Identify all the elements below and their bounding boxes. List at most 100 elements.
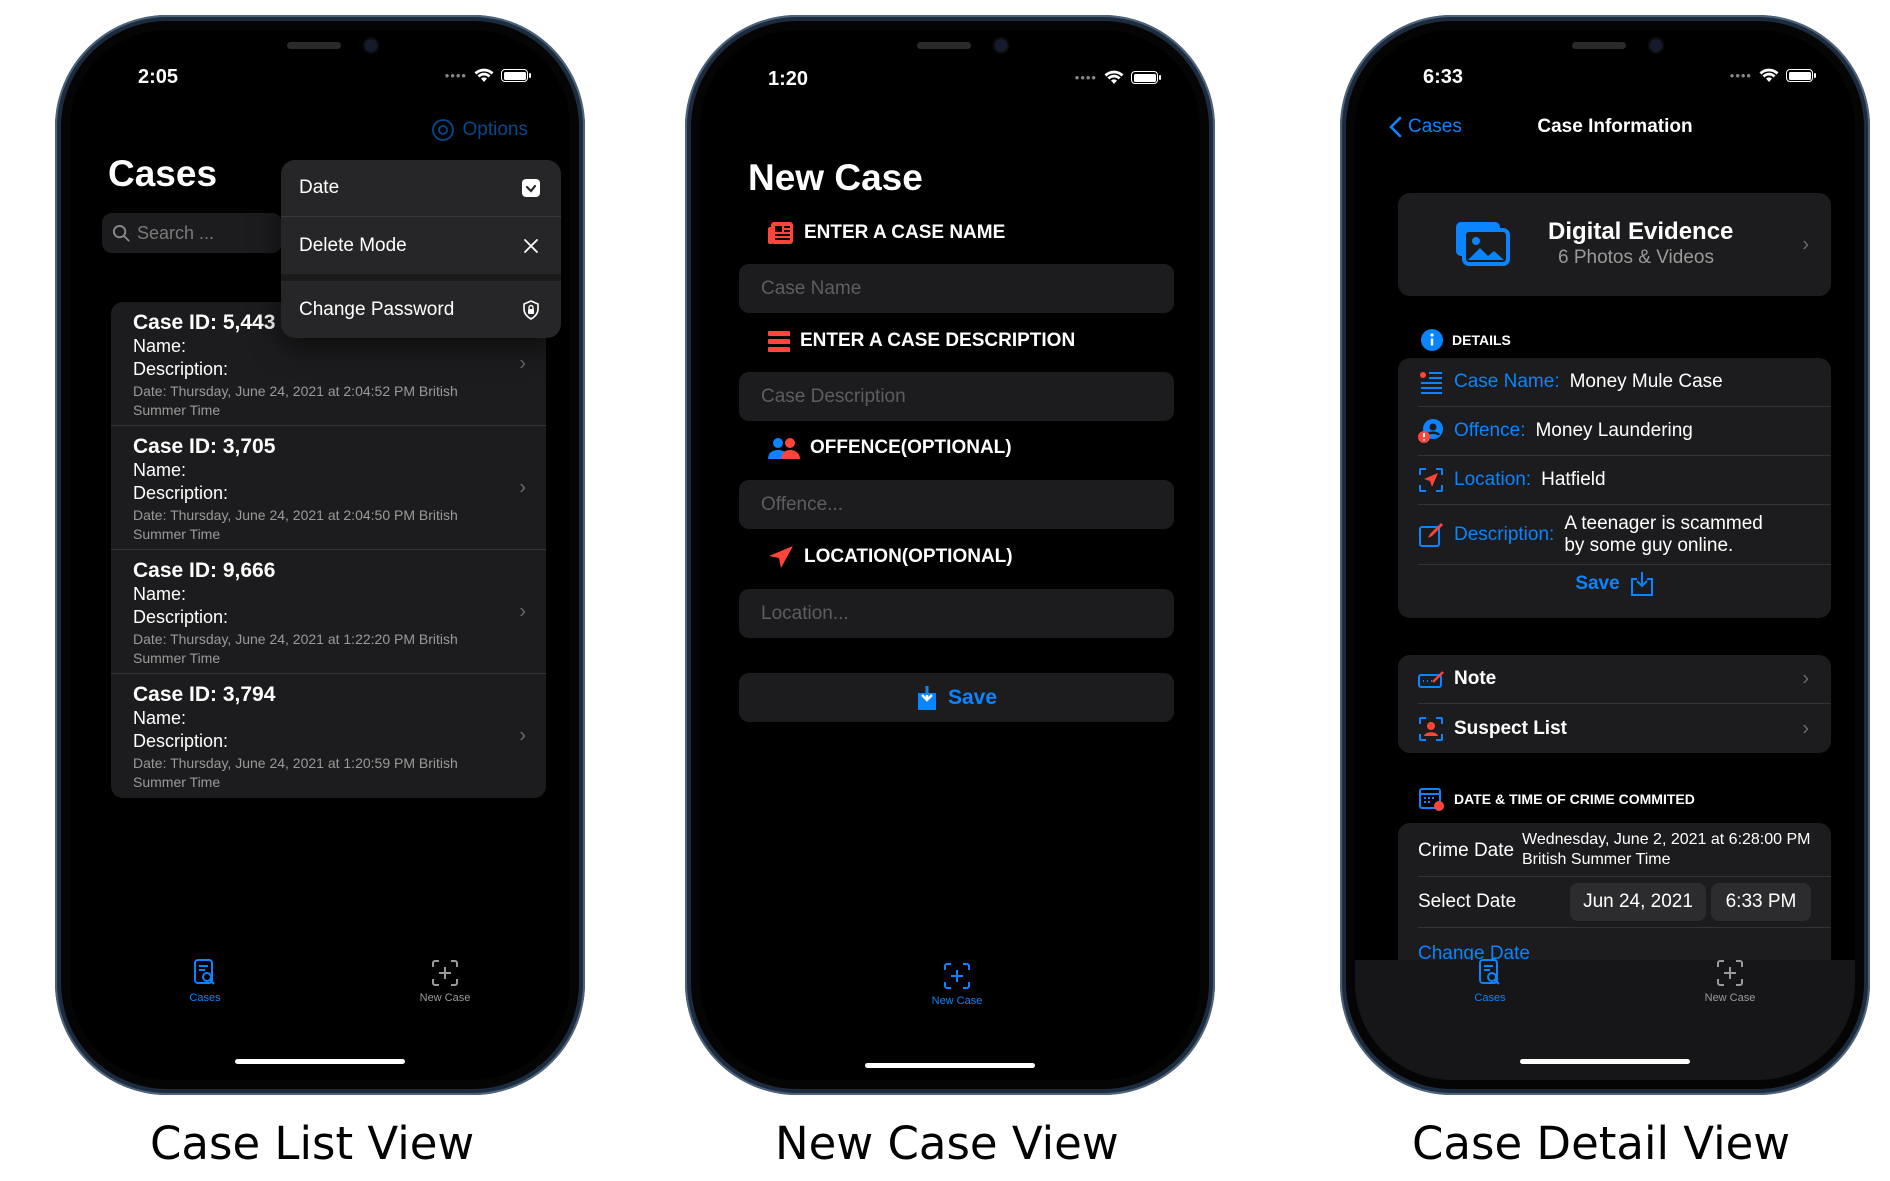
case-detail-screen: 6:33 •••• Case Information Cases Digital… xyxy=(1355,30,1855,1080)
battery-icon xyxy=(501,69,531,82)
case-description: Description: xyxy=(133,731,229,751)
wifi-icon xyxy=(1104,70,1124,84)
note-row[interactable]: Note › xyxy=(1418,655,1831,704)
tab-new-case[interactable]: New Case xyxy=(1675,958,1785,1004)
crime-date-label: Crime Date xyxy=(1418,840,1515,861)
case-row[interactable]: Case ID: 3,705 Name: Description: Date: … xyxy=(111,426,546,550)
tab-new-case[interactable]: New Case xyxy=(390,958,500,1004)
signal-icon: •••• xyxy=(1074,70,1097,85)
offence-field[interactable]: Offence... xyxy=(739,480,1174,529)
gear-icon xyxy=(431,119,454,141)
menu-item-date[interactable]: Date xyxy=(281,160,561,217)
location-frame-icon xyxy=(1419,468,1443,492)
case-description-field[interactable]: Case Description xyxy=(739,372,1174,421)
phone-case-detail: 6:33 •••• Case Information Cases Digital… xyxy=(1340,15,1870,1095)
detail-case-name: Case Name: Money Mule Case xyxy=(1418,358,1831,407)
phone-new-case: 1:20 •••• New Case ENTER A CASE NAME Cas… xyxy=(685,15,1215,1095)
caption-new-case: New Case View xyxy=(775,1117,1119,1170)
case-row[interactable]: Case ID: 9,666 Name: Description: Date: … xyxy=(111,550,546,674)
save-label: Save xyxy=(1575,573,1620,594)
suspect-list-label: Suspect List xyxy=(1454,717,1567,739)
case-list: Case ID: 5,443 Name: Description: Date: … xyxy=(111,302,546,798)
section-header: ENTER A CASE NAME xyxy=(804,222,1006,243)
crime-date-value: Wednesday, June 2, 2021 at 6:28:00 PM Br… xyxy=(1522,831,1811,868)
chevron-right-icon: › xyxy=(1802,233,1809,255)
new-case-screen: 1:20 •••• New Case ENTER A CASE NAME Cas… xyxy=(700,30,1200,1080)
digital-evidence-card[interactable]: Digital Evidence 6 Photos & Videos › xyxy=(1398,193,1831,296)
wifi-icon xyxy=(474,68,494,82)
case-id: Case ID: 9,666 xyxy=(133,559,276,582)
evidence-title: Digital Evidence xyxy=(1548,218,1734,245)
case-name-field[interactable]: Case Name xyxy=(739,264,1174,313)
detail-key: Offence: xyxy=(1454,420,1526,441)
caption-case-detail: Case Detail View xyxy=(1412,1117,1791,1170)
home-indicator xyxy=(1520,1059,1690,1064)
section-header: LOCATION(OPTIONAL) xyxy=(804,546,1013,567)
case-date: Date: Thursday, June 24, 2021 at 2:04:50… xyxy=(133,507,458,542)
back-button[interactable]: Cases xyxy=(1389,116,1462,138)
app-showcase: 2:05 •••• Options Cases Search ... Date … xyxy=(0,0,1890,1181)
evidence-subtitle: 6 Photos & Videos xyxy=(1558,247,1714,268)
chevron-right-icon: › xyxy=(1802,717,1809,739)
date-value: Jun 24, 2021 xyxy=(1583,891,1693,912)
detail-key: Location: xyxy=(1454,469,1532,490)
menu-item-delete-mode[interactable]: Delete Mode xyxy=(281,217,561,281)
case-description: Description: xyxy=(133,483,229,503)
date-picker[interactable]: Jun 24, 2021 xyxy=(1570,883,1706,921)
close-icon xyxy=(524,238,538,253)
time-picker[interactable]: 6:33 PM xyxy=(1711,883,1811,921)
detail-offence: Offence: Money Laundering xyxy=(1418,407,1831,456)
tab-bar: New Case xyxy=(700,958,1200,1028)
case-name: Name: xyxy=(133,708,187,728)
document-search-icon xyxy=(1479,959,1500,985)
page-title: New Case xyxy=(748,157,923,198)
notch xyxy=(197,30,443,78)
suspect-frame-icon xyxy=(1419,716,1443,741)
location-arrow-icon xyxy=(769,546,793,568)
calendar-clock-icon xyxy=(1419,788,1444,811)
detail-value: A teenager is scammed by some guy online… xyxy=(1564,512,1763,556)
signal-icon: •••• xyxy=(444,68,467,83)
case-row[interactable]: Case ID: 3,794 Name: Description: Date: … xyxy=(111,674,546,798)
chevron-left-icon xyxy=(1389,116,1402,138)
checkbox-checked-icon xyxy=(522,179,540,197)
chevron-right-icon: › xyxy=(1802,667,1809,690)
section-case-name: ENTER A CASE NAME xyxy=(768,221,1005,245)
menu-item-label: Delete Mode xyxy=(299,234,407,256)
case-id: Case ID: 3,794 xyxy=(133,683,276,706)
tab-new-case[interactable]: New Case xyxy=(902,961,1012,1007)
battery-icon xyxy=(1131,71,1161,84)
options-label: Options xyxy=(462,119,528,140)
section-case-description: ENTER A CASE DESCRIPTION xyxy=(768,330,1075,352)
location-field[interactable]: Location... xyxy=(739,589,1174,638)
search-field[interactable]: Search ... xyxy=(102,213,282,253)
detail-key: Case Name: xyxy=(1454,371,1560,392)
save-label: Save xyxy=(947,685,998,709)
crime-date-row: Crime Date Wednesday, June 2, 2021 at 6:… xyxy=(1418,823,1831,877)
options-button[interactable]: Options xyxy=(431,118,528,142)
details-save-button[interactable]: Save xyxy=(1398,571,1831,597)
field-placeholder: Offence... xyxy=(761,493,844,515)
crime-date-card: Crime Date Wednesday, June 2, 2021 at 6:… xyxy=(1398,823,1831,976)
tab-cases[interactable]: Cases xyxy=(150,958,260,1004)
status-time: 1:20 xyxy=(768,68,809,90)
case-id: Case ID: 3,705 xyxy=(133,435,276,458)
home-indicator xyxy=(235,1059,405,1064)
detail-location: Location: Hatfield xyxy=(1418,456,1831,505)
person-alert-icon xyxy=(1418,419,1443,443)
detail-description: Description: A teenager is scammed by so… xyxy=(1418,505,1831,565)
wifi-icon xyxy=(1759,68,1779,82)
section-header: ENTER A CASE DESCRIPTION xyxy=(800,330,1076,351)
detail-value: Money Laundering xyxy=(1535,420,1693,441)
search-icon xyxy=(112,224,130,242)
info-icon xyxy=(1421,329,1443,351)
field-placeholder: Case Description xyxy=(761,385,906,407)
case-list-icon xyxy=(1420,372,1442,394)
menu-item-change-password[interactable]: Change Password xyxy=(281,281,561,338)
save-button[interactable]: Save xyxy=(739,673,1174,722)
suspect-list-row[interactable]: Suspect List › xyxy=(1418,704,1831,753)
home-indicator xyxy=(865,1063,1035,1068)
tab-cases[interactable]: Cases xyxy=(1435,958,1545,1004)
people-icon xyxy=(768,438,800,459)
download-icon xyxy=(917,685,936,710)
